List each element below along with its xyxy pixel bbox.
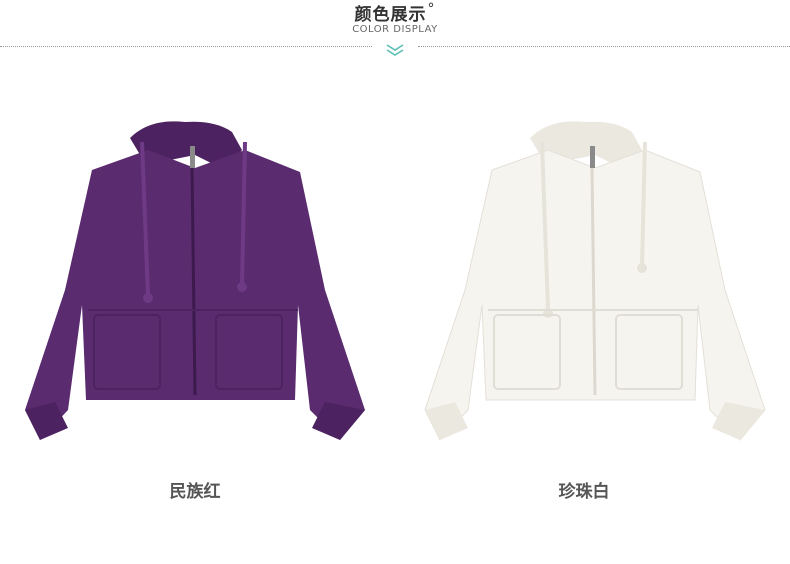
divider-right — [418, 46, 790, 47]
product-card-white[interactable] — [420, 110, 770, 454]
degree-mark: ° — [427, 1, 436, 18]
product-card-purple[interactable] — [20, 110, 370, 454]
section-title: 颜色展示° — [0, 0, 790, 25]
section-title-text: 颜色展示 — [354, 5, 427, 25]
purple-jacket-image — [25, 121, 365, 440]
double-chevron-down-icon — [386, 44, 404, 56]
white-jacket-image — [424, 121, 766, 441]
divider-left — [0, 46, 372, 47]
product-name-white: 珍珠白 — [558, 482, 610, 502]
product-name-purple: 民族红 — [169, 482, 221, 502]
section-subtitle: COLOR DISPLAY — [352, 24, 438, 35]
